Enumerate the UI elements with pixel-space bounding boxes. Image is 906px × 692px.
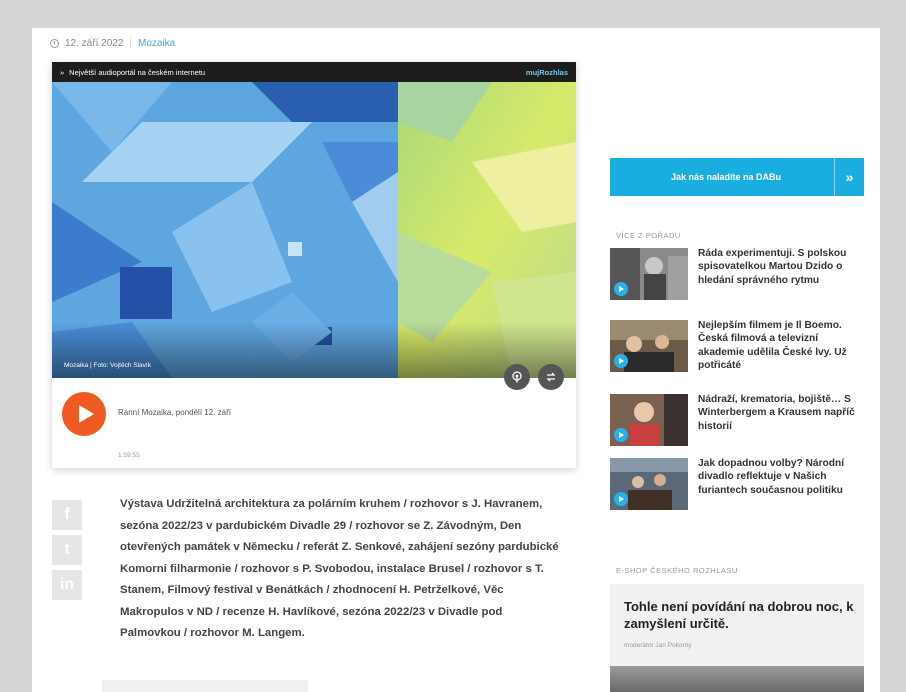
facebook-icon[interactable]: f <box>52 500 82 530</box>
list-item[interactable]: Jak dopadnou volby? Národní divadlo refl… <box>610 458 870 514</box>
article-text: Výstava Udržitelná architektura za polár… <box>120 498 559 639</box>
audio-player: » Největší audioportál na českém interne… <box>52 62 576 468</box>
bottom-bar <box>102 680 308 692</box>
twitter-icon[interactable]: t <box>52 535 82 565</box>
play-controls: Ranní Mozaika, pondělí 12. září 1:59:55 <box>52 378 576 468</box>
photo-caption: Mozaika | Foto: Vojtěch Slavík <box>64 362 151 369</box>
more-heading: VÍCE Z POŘADU <box>616 231 681 240</box>
brand-logo[interactable]: mujRozhlas <box>526 68 568 77</box>
list-item[interactable]: Nádraží, krematoria, bojiště… S Winterbe… <box>610 394 870 450</box>
play-icon <box>614 354 628 368</box>
play-icon <box>614 282 628 296</box>
thumbnail <box>610 394 688 446</box>
page: 12. září 2022 | Mozaika » Největší audio… <box>32 28 880 692</box>
meta-separator: | <box>129 38 132 49</box>
play-icon <box>78 405 94 423</box>
publish-date: 12. září 2022 <box>65 38 124 49</box>
social-share: f t in <box>52 500 82 605</box>
dab-label: Jak nás naladíte na DABu <box>670 172 782 182</box>
list-item[interactable]: Nejlepším filmem je Il Boemo. Česká film… <box>610 320 870 376</box>
player-header-title: Největší audioportál na českém internetu <box>69 67 206 77</box>
episode-duration: 1:59:55 <box>118 452 140 459</box>
collapse-icon[interactable]: » <box>60 68 64 77</box>
article-meta: 12. září 2022 | Mozaika <box>50 38 175 49</box>
play-button[interactable] <box>62 392 106 436</box>
clock-icon <box>50 39 59 48</box>
item-title: Nejlepším filmem je Il Boemo. Česká film… <box>698 320 847 371</box>
play-icon <box>614 492 628 506</box>
item-title: Nádraží, krematoria, bojiště… S Winterbe… <box>698 394 855 432</box>
item-title: Jak dopadnou volby? Národní divadlo refl… <box>698 458 845 496</box>
episode-title: Ranní Mozaika, pondělí 12. září <box>118 408 231 417</box>
shop-byline: moderátor Jan Pokorný <box>624 642 692 649</box>
linkedin-icon[interactable]: in <box>52 570 82 600</box>
shop-title: Tohle není povídání na dobrou noc, k zam… <box>624 599 854 631</box>
player-header: » Největší audioportál na českém interne… <box>52 62 576 82</box>
shop-heading: E-SHOP ČESKÉHO ROZHLASU <box>616 566 738 575</box>
thumbnail <box>610 248 688 300</box>
item-title: Ráda experimentuji. S polskou spisovatel… <box>698 248 847 286</box>
shop-image <box>610 666 864 692</box>
thumbnail <box>610 320 688 372</box>
play-icon <box>614 428 628 442</box>
chevron-right-icon: » <box>834 158 864 196</box>
category-link[interactable]: Mozaika <box>138 38 175 49</box>
list-item[interactable]: Ráda experimentuji. S polskou spisovatel… <box>610 248 870 304</box>
shop-card[interactable]: Tohle není povídání na dobrou noc, k zam… <box>610 584 864 692</box>
dab-banner[interactable]: Jak nás naladíte na DABu » <box>610 158 864 196</box>
episode-artwork <box>52 82 576 378</box>
thumbnail <box>610 458 688 510</box>
